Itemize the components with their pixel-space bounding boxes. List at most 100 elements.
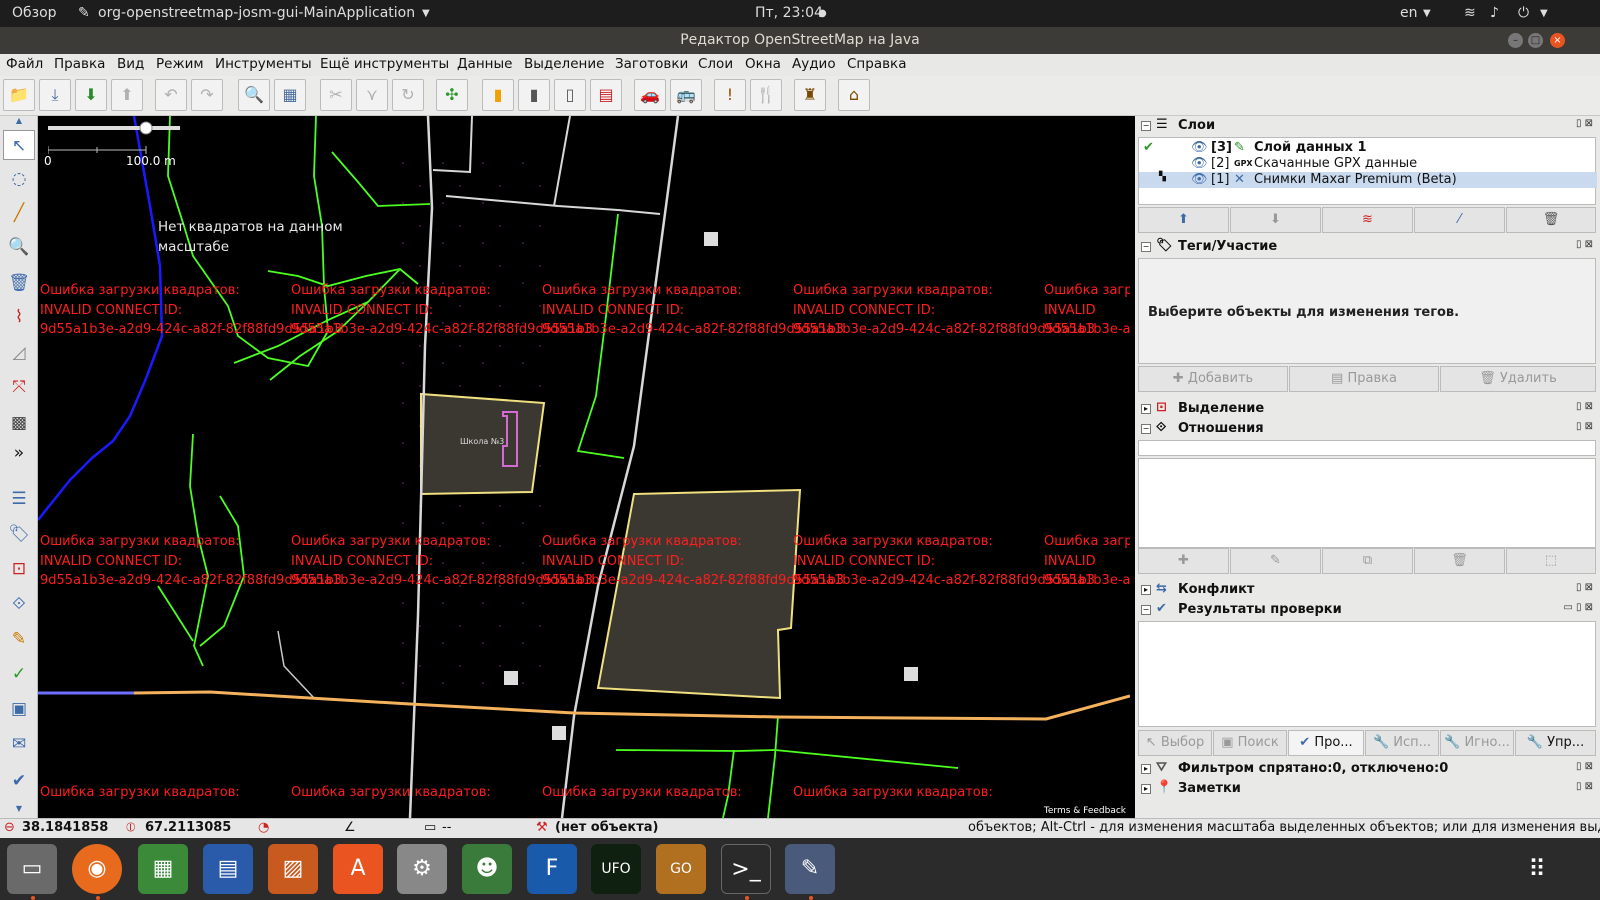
activate-layer-icon[interactable]: ≋: [1322, 207, 1413, 233]
collapse-icon[interactable]: −: [1141, 242, 1151, 252]
menu-mode[interactable]: Режим: [156, 56, 204, 72]
preset-warning-icon[interactable]: !: [714, 79, 746, 111]
menu-windows[interactable]: Окна: [745, 56, 781, 72]
building-tool-icon[interactable]: ▩: [3, 408, 35, 438]
edit-relation-icon[interactable]: ✎: [1230, 548, 1321, 574]
history-toggle-icon[interactable]: ✎: [3, 624, 35, 654]
expand-icon[interactable]: ▸: [1141, 764, 1151, 774]
menu-presets[interactable]: Заготовки: [615, 56, 688, 72]
maximize-button[interactable]: □: [1528, 33, 1543, 48]
close-button[interactable]: ×: [1550, 33, 1565, 48]
select-button[interactable]: ↖ Выбор: [1138, 730, 1212, 756]
volume-icon[interactable]: ♪: [1490, 5, 1499, 21]
panel-controls-icon[interactable]: ▯ ⊠: [1576, 239, 1593, 250]
preset-traffic-light-icon[interactable]: ▯: [554, 79, 586, 111]
preset-castle-icon[interactable]: ♜: [794, 79, 826, 111]
add-tag-button[interactable]: ✚ Добавить: [1138, 366, 1288, 392]
impress-app-icon[interactable]: ▨: [268, 844, 318, 894]
draw-tool-icon[interactable]: ╱: [3, 198, 35, 228]
calc-app-icon[interactable]: ▦: [138, 844, 188, 894]
show-hide-icon[interactable]: ⁄: [1414, 207, 1505, 233]
language-indicator[interactable]: en: [1400, 5, 1418, 21]
layer-item[interactable]: 👁 [2] GPX Скачанные GPX данные: [1139, 156, 1597, 172]
expand-icon[interactable]: ▸: [1141, 784, 1151, 794]
delete-relation-icon[interactable]: 🗑: [1414, 548, 1505, 574]
white-path[interactable]: [277, 630, 315, 699]
restaurant-icon[interactable]: [504, 671, 518, 685]
scroll-up-icon[interactable]: ▲: [3, 116, 35, 126]
preset-factory-icon[interactable]: ⌂: [838, 79, 870, 111]
check-toggle-icon[interactable]: ✔: [3, 766, 35, 796]
preset-wall-icon[interactable]: ▤: [590, 79, 622, 111]
preset-car-icon[interactable]: 🚗: [634, 79, 666, 111]
shop-icon[interactable]: [904, 667, 918, 681]
notes-panel-header[interactable]: ▸ 📍 Заметки ▯ ⊠: [1138, 779, 1597, 799]
josm-app-icon[interactable]: ✎: [785, 844, 835, 894]
more-tools-icon[interactable]: »: [3, 438, 35, 468]
expand-icon[interactable]: ▸: [1141, 585, 1151, 595]
search-button[interactable]: ▣ Поиск: [1213, 730, 1287, 756]
zoom-search-icon[interactable]: 🔍: [238, 79, 270, 111]
redo-icon[interactable]: ↷: [191, 79, 223, 111]
select-tool-icon[interactable]: ↖: [3, 130, 35, 160]
game-app-icon[interactable]: ☻: [462, 844, 512, 894]
panel-controls-icon[interactable]: ▭ ▯ ⊠: [1563, 602, 1593, 613]
save-icon[interactable]: ⤓: [39, 79, 71, 111]
undo-icon[interactable]: ↶: [155, 79, 187, 111]
writer-app-icon[interactable]: ▤: [203, 844, 253, 894]
layers-toggle-icon[interactable]: ☰: [3, 484, 35, 514]
relations-filter-input[interactable]: [1138, 440, 1596, 456]
panel-controls-icon[interactable]: ▯ ⊠: [1576, 118, 1593, 129]
preset-track-icon[interactable]: ▮: [518, 79, 550, 111]
software-app-icon[interactable]: A: [333, 844, 383, 894]
open-file-icon[interactable]: 📁: [3, 79, 35, 111]
main-road[interactable]: [38, 690, 1130, 721]
show-apps-icon[interactable]: ⠿: [1512, 844, 1562, 894]
validate-button[interactable]: ✔ Про...: [1288, 730, 1364, 756]
csgo-app-icon[interactable]: GO: [656, 844, 706, 894]
collapse-icon[interactable]: −: [1141, 121, 1151, 131]
menu-tools[interactable]: Инструменты: [215, 56, 312, 72]
download-icon[interactable]: ⬇: [75, 79, 107, 111]
manage-button[interactable]: 🔧 Упр...: [1515, 730, 1596, 756]
relations-panel-header[interactable]: − ⟐ Отношения ▯ ⊠: [1138, 419, 1597, 439]
layer-item[interactable]: ▚ 👁 [1] ✕ Снимки Maxar Premium (Beta): [1139, 172, 1597, 188]
imagery-toggle-icon[interactable]: ▣: [3, 694, 35, 724]
cafe-icon[interactable]: [552, 726, 566, 740]
new-relation-icon[interactable]: ✚: [1138, 548, 1229, 574]
lasso-tool-icon[interactable]: ◌: [3, 164, 35, 194]
firefox-app-icon[interactable]: ◉: [72, 844, 122, 894]
preferences-icon[interactable]: ▦: [274, 79, 306, 111]
edit-tag-button[interactable]: ▤ Правка: [1289, 366, 1439, 392]
app-menu-icon[interactable]: ✎: [78, 5, 90, 21]
scroll-down-icon[interactable]: ▼: [3, 804, 35, 814]
duplicate-relation-icon[interactable]: ⧉: [1322, 548, 1413, 574]
power-icon[interactable]: ⏻: [1518, 5, 1529, 21]
filter-panel-header[interactable]: ▸ ⛛ Фильтром спрятано:0, отключено:0 ▯ ⊠: [1138, 759, 1597, 779]
validation-panel-header[interactable]: − ✔ Результаты проверки ▭ ▯ ⊠: [1138, 600, 1597, 620]
menu-data[interactable]: Данные: [457, 56, 512, 72]
split-way-icon[interactable]: ✂: [320, 79, 352, 111]
power-chevron-icon[interactable]: ▼: [1540, 8, 1548, 19]
menu-help[interactable]: Справка: [847, 56, 906, 72]
delete-layer-icon[interactable]: 🗑: [1506, 207, 1596, 233]
ufo-app-icon[interactable]: UFO: [591, 844, 641, 894]
app-menu[interactable]: org-openstreetmap-josm-gui-MainApplicati…: [98, 5, 415, 21]
white-road-5[interactable]: [553, 116, 571, 207]
refresh-icon[interactable]: ↻: [392, 79, 424, 111]
validation-toggle-icon[interactable]: ✓: [3, 659, 35, 689]
preset-road-icon[interactable]: ▮: [482, 79, 514, 111]
terminal-app-icon[interactable]: >_: [721, 844, 771, 894]
visibility-icon[interactable]: 👁: [1191, 156, 1208, 171]
parallel-tool-icon[interactable]: ◿: [3, 338, 35, 368]
improve-way-icon[interactable]: ⌇: [3, 302, 35, 332]
delete-tag-button[interactable]: 🗑 Удалить: [1440, 366, 1596, 392]
language-chevron-icon[interactable]: ▼: [1423, 8, 1431, 19]
panel-controls-icon[interactable]: ▯ ⊠: [1576, 401, 1593, 412]
visibility-icon[interactable]: 👁: [1191, 140, 1208, 155]
menu-audio[interactable]: Аудио: [792, 56, 836, 72]
menu-view[interactable]: Вид: [117, 56, 144, 72]
panel-controls-icon[interactable]: ▯ ⊠: [1576, 582, 1593, 593]
move-up-icon[interactable]: ⬆: [1138, 207, 1229, 233]
collapse-icon[interactable]: −: [1141, 424, 1151, 434]
